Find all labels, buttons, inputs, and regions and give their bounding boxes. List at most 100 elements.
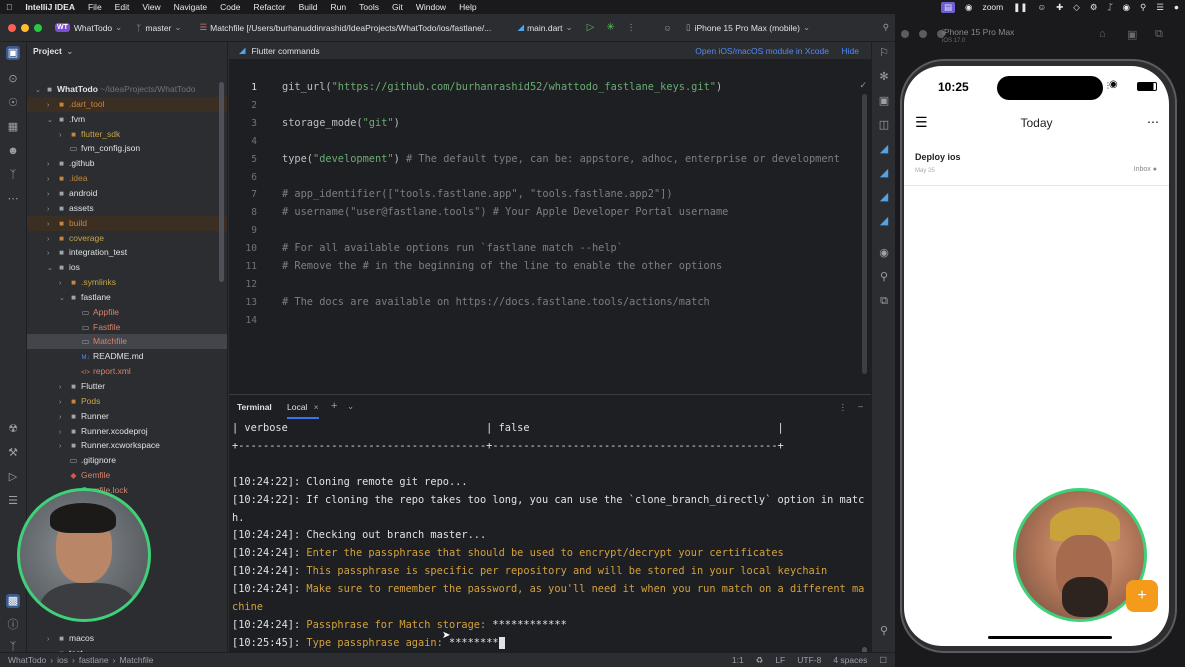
flutter-performance-icon[interactable]: ◢ — [877, 166, 891, 180]
code-editor[interactable]: ◢ Flutter commands Open iOS/macOS module… — [229, 42, 871, 394]
apple-icon[interactable]:  — [6, 2, 12, 12]
chevron-right-icon[interactable]: › — [47, 172, 56, 187]
chevron-right-icon[interactable]: › — [59, 395, 68, 410]
sim-minimize-button[interactable] — [919, 30, 927, 38]
tree-file[interactable]: ▭ Fastfile — [27, 320, 227, 335]
build-icon[interactable]: ⚒ — [6, 446, 20, 460]
people-icon[interactable]: ☻ — [6, 144, 20, 158]
zoom-label[interactable]: zoom — [982, 2, 1003, 12]
tree-folder[interactable]: › ■ Runner.xcworkspace — [27, 438, 227, 454]
device-mirror-icon[interactable]: ⚲ — [877, 624, 891, 638]
gear-icon[interactable]: ⚙ — [1090, 2, 1098, 13]
pull-request-icon[interactable]: ᛉ — [6, 168, 20, 182]
inspect-icon[interactable]: ⚲ — [877, 270, 891, 284]
tree-file[interactable]: ▭ Appfile — [27, 305, 227, 320]
tree-folder[interactable]: › ■ assets — [27, 201, 227, 217]
database-icon[interactable]: ▣ — [877, 94, 891, 108]
tree-folder[interactable]: › ■ Runner — [27, 409, 227, 424]
project-scrollbar[interactable] — [219, 82, 224, 282]
menu-item-tools[interactable]: Tools — [359, 2, 379, 12]
tree-file[interactable]: M↓ README.md — [27, 349, 227, 364]
screen-record-icon[interactable]: ▤ — [940, 1, 956, 13]
home-icon[interactable]: ⌂ — [1099, 28, 1106, 40]
code-line[interactable]: # app_identifier(["tools.fastlane.app", … — [282, 188, 673, 200]
wifi-icon[interactable]: ◉ — [877, 246, 891, 260]
tree-folder[interactable]: ⌄ ■ .fvm — [27, 112, 227, 127]
run-console-icon[interactable]: ▷ — [6, 470, 20, 484]
code-line[interactable]: type("development") # The default type, … — [282, 153, 840, 165]
chevron-right-icon[interactable]: › — [47, 202, 56, 217]
code-line[interactable]: git_url("https://github.com/burhanrashid… — [282, 81, 722, 93]
chevron-right-icon[interactable]: › — [47, 157, 56, 172]
control-center-icon[interactable]: ☰ — [1156, 2, 1164, 13]
menu-item-refactor[interactable]: Refactor — [254, 2, 286, 12]
menu-item-build[interactable]: Build — [299, 2, 318, 12]
device-selector[interactable]: ▯ iPhone 15 Pro Max (mobile) ⌄ — [686, 22, 810, 33]
editor-scrollbar[interactable] — [862, 94, 867, 374]
slack-icon[interactable]: ✚ — [1056, 2, 1063, 13]
tree-folder[interactable]: › ■ coverage — [27, 231, 227, 246]
git-status-icon[interactable]: ♻ — [756, 655, 764, 666]
chevron-right-icon[interactable]: › — [59, 380, 68, 395]
menu-item-window[interactable]: Window — [416, 2, 446, 12]
copy-icon[interactable]: ⧉ — [877, 294, 891, 308]
chevron-right-icon[interactable]: › — [59, 276, 68, 291]
tree-folder[interactable]: › ■ android — [27, 186, 227, 202]
chevron-down-icon[interactable]: ⌄ — [47, 261, 56, 276]
home-indicator[interactable] — [988, 636, 1112, 639]
tree-folder[interactable]: › ■ Runner.xcodeproj — [27, 424, 227, 440]
breadcrumb-item[interactable]: ios — [57, 655, 68, 665]
breadcrumb-item[interactable]: fastlane — [79, 655, 109, 665]
menu-item-help[interactable]: Help — [459, 2, 476, 12]
tree-folder[interactable]: › ■ build — [27, 215, 227, 231]
add-task-fab[interactable]: + — [1126, 580, 1158, 612]
cursor-position[interactable]: 1:1 — [732, 655, 744, 665]
pause-icon[interactable]: ❚❚ — [1013, 2, 1027, 13]
search-icon[interactable]: ⚲ — [1140, 2, 1146, 13]
chevron-right-icon[interactable]: › — [59, 425, 68, 440]
siri-icon[interactable]: ● — [1174, 2, 1179, 12]
screenshot-icon[interactable]: ▣ — [1127, 28, 1137, 41]
tree-folder[interactable]: › ■ .github — [27, 156, 227, 172]
flutter-outline-icon[interactable]: ◢ — [877, 142, 891, 156]
terminal-panel[interactable]: Terminal Local × + ⌄ ⋮ – | verbose | fal… — [229, 394, 871, 661]
wifi-icon[interactable]: ◉ — [1123, 2, 1130, 13]
minimize-icon[interactable]: – — [858, 401, 863, 411]
search-icon[interactable]: ⚲ — [883, 22, 889, 33]
tree-folder[interactable]: ⌄ ■ fastlane — [27, 290, 227, 305]
chevron-down-icon[interactable]: ⌄ — [347, 401, 354, 412]
tree-folder[interactable]: ⌄ ■ ios — [27, 260, 227, 276]
code-line[interactable]: # username("user@fastlane.tools") # Your… — [282, 206, 728, 218]
menu-item-file[interactable]: File — [88, 2, 102, 12]
lock-icon[interactable]: ☐ — [879, 655, 887, 666]
chevron-right-icon[interactable]: › — [59, 439, 68, 454]
task-list-item[interactable]: Deploy ios May 25 Inbox ● — [904, 144, 1169, 186]
tree-folder[interactable]: › ■ .symlinks — [27, 275, 227, 291]
chevron-right-icon[interactable]: › — [59, 128, 68, 143]
close-window-button[interactable] — [8, 23, 16, 32]
chevron-right-icon[interactable]: › — [47, 98, 56, 113]
tree-folder[interactable]: › ■ flutter_sdk — [27, 127, 227, 143]
indent-setting[interactable]: 4 spaces — [833, 655, 867, 665]
code-line[interactable]: # Remove the # in the beginning of the l… — [282, 260, 722, 272]
more-vertical-icon[interactable]: ⋮ — [627, 22, 636, 33]
branch-selector[interactable]: ᛉ master ⌄ — [136, 22, 181, 33]
devices-icon[interactable]: ◫ — [877, 118, 891, 132]
menu-item-git[interactable]: Git — [392, 2, 403, 12]
hide-banner-link[interactable]: Hide — [842, 46, 859, 56]
tree-file[interactable]: </> report.xml — [27, 364, 227, 379]
plugins-icon[interactable]: ☉ — [6, 96, 20, 110]
chevron-right-icon[interactable]: › — [47, 187, 56, 202]
tree-folder[interactable]: › ■ Pods — [27, 394, 227, 410]
zoom-window-button[interactable] — [34, 23, 42, 32]
project-panel-title[interactable]: Project ⌄ — [33, 46, 73, 57]
project-selector[interactable]: WT WhatTodo ⌄ — [55, 22, 122, 33]
tree-folder[interactable]: › ■ Flutter — [27, 379, 227, 395]
tree-file[interactable]: ▭ .gitignore — [27, 453, 227, 468]
breadcrumb-item[interactable]: Matchfile — [119, 655, 153, 665]
debug-icon[interactable]: ✳ — [606, 22, 614, 33]
record-dot-icon[interactable]: ◉ — [965, 2, 972, 13]
line-separator[interactable]: LF — [775, 655, 785, 665]
menu-item-run[interactable]: Run — [331, 2, 347, 12]
chevron-down-icon[interactable]: ⌄ — [35, 83, 44, 98]
